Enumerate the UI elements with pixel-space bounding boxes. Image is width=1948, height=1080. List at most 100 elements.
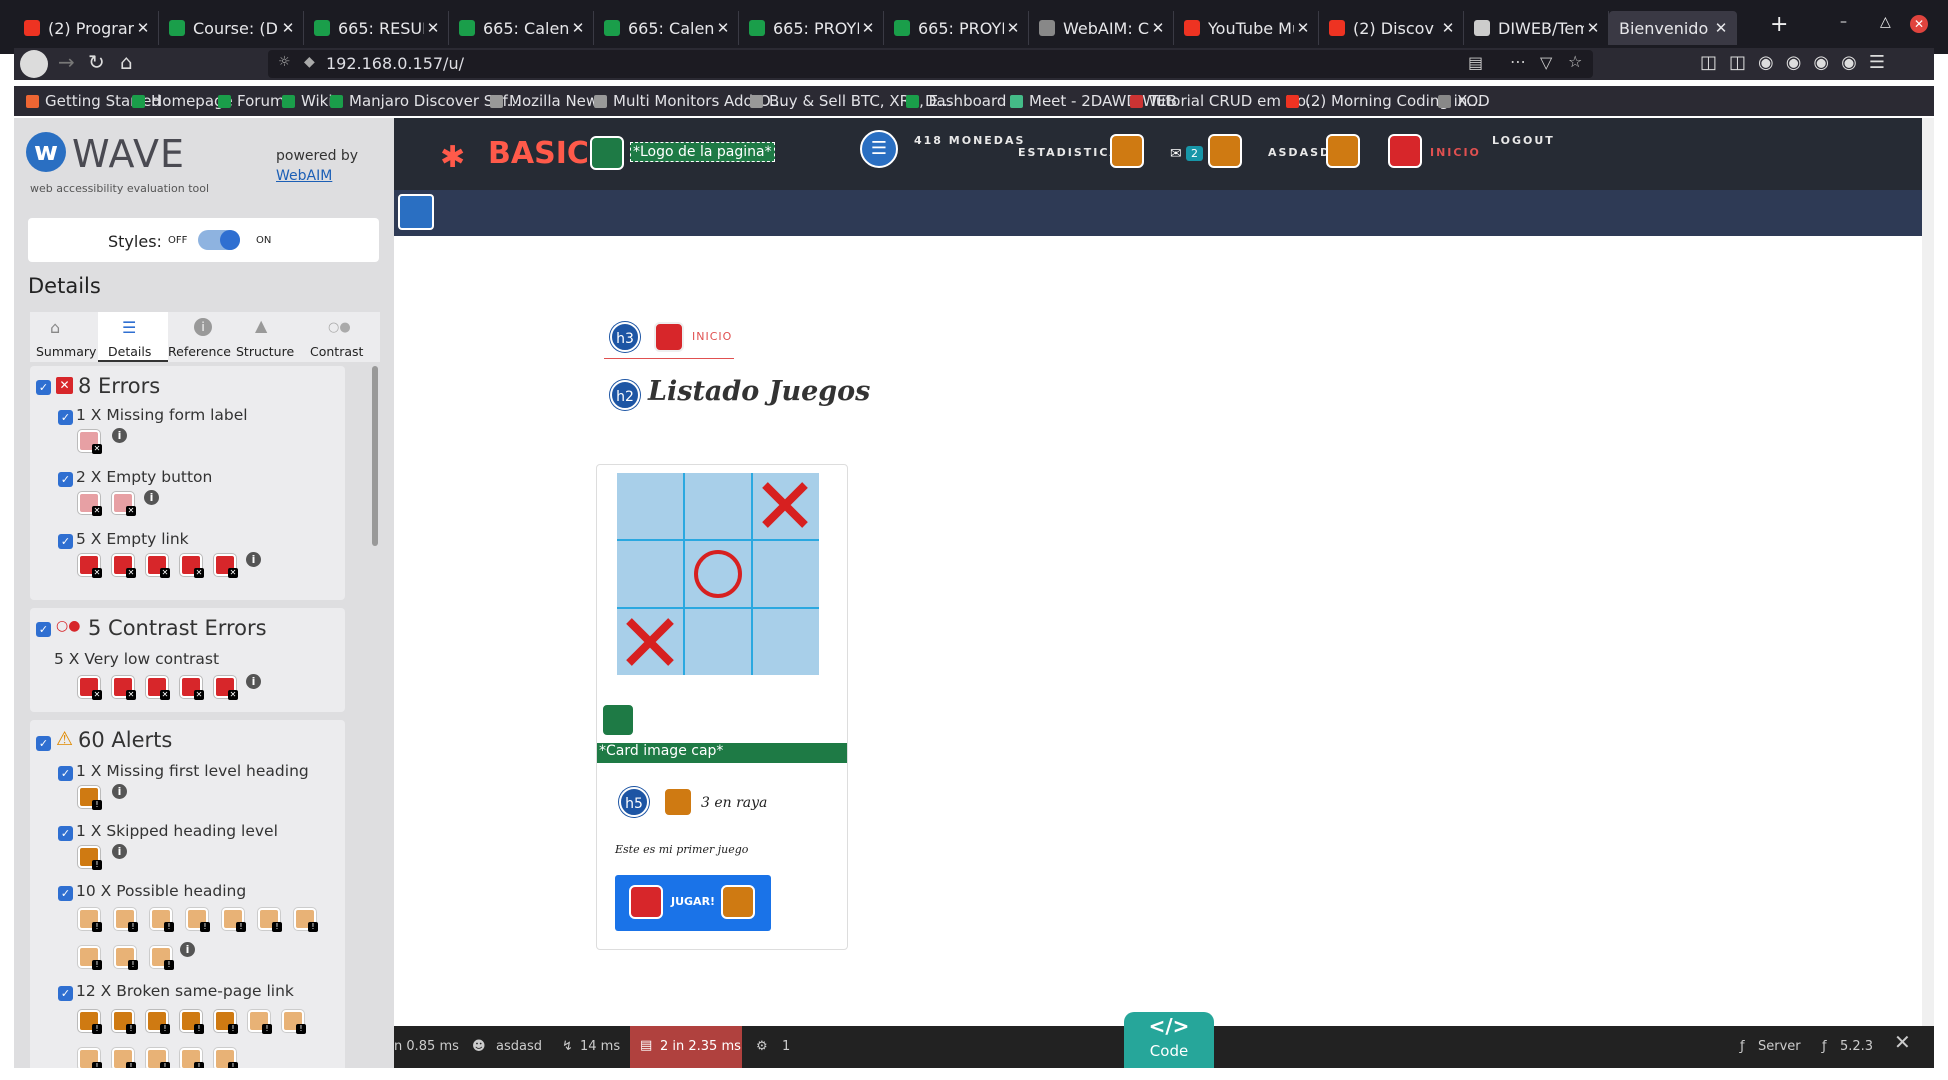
broken-link-icon[interactable]: ! [112, 1010, 136, 1034]
empty-button-icon[interactable]: ✕ [78, 492, 102, 516]
nav-monedas[interactable]: 418 MONEDAS [914, 134, 1025, 147]
tab-close-icon[interactable]: ✕ [1004, 19, 1022, 37]
possible-heading-icon[interactable]: ! [114, 908, 138, 932]
reload-button[interactable]: ↻ [88, 50, 105, 74]
contrast-error-icon[interactable]: ✕ [78, 676, 102, 700]
info-icon[interactable]: i [144, 490, 159, 505]
bookmark-item[interactable]: Dashboard [906, 92, 1006, 110]
play-button[interactable]: JUGAR! [615, 875, 771, 931]
possible-heading-icon[interactable]: ! [114, 946, 138, 970]
more-icon[interactable]: ⋯ [1510, 52, 1526, 71]
inicio-link[interactable]: INICIO [692, 330, 732, 343]
info-icon[interactable]: i [112, 844, 127, 859]
info-icon[interactable]: i [246, 674, 261, 689]
broken-link-icon[interactable]: ! [180, 1048, 204, 1068]
nav-asdasd[interactable]: ASDASD [1268, 146, 1331, 159]
tab-summary[interactable]: Summary [36, 344, 96, 359]
browser-tab[interactable]: YouTube Mu ✕ [1174, 11, 1319, 45]
bookmark-item[interactable]: XOD [1438, 92, 1490, 110]
page-scrollbar[interactable] [1922, 118, 1934, 1026]
tab-reference[interactable]: Reference [168, 344, 231, 359]
info-icon[interactable]: i [112, 784, 127, 799]
possible-heading-icon[interactable]: ! [186, 908, 210, 932]
contrast-checkbox[interactable]: ✓ [36, 622, 51, 637]
browser-tab[interactable]: WebAIM: Co✕ [1029, 11, 1174, 45]
tab-structure[interactable]: Structure [236, 344, 294, 359]
empty-link-icon[interactable]: ✕ [112, 554, 136, 578]
toolbar-extension-icons[interactable]: ◫◫◉◉◉◉☰ [1700, 52, 1897, 73]
skipped-heading-icon[interactable]: ! [78, 846, 102, 870]
browser-tab[interactable]: 665: PROYE ✕ [884, 11, 1029, 45]
tab-close-icon[interactable]: ✕ [134, 19, 152, 37]
contrast-error-icon[interactable]: ✕ [146, 676, 170, 700]
sidebar-scrollbar[interactable] [372, 366, 378, 546]
tab-close-icon[interactable]: ✕ [1294, 19, 1312, 37]
tab-details[interactable]: ☰ Details [98, 312, 168, 362]
possible-heading-icon[interactable]: ! [222, 908, 246, 932]
tab-close-icon[interactable]: ✕ [1439, 19, 1457, 37]
broken-link-icon[interactable]: ! [146, 1010, 170, 1034]
info-icon[interactable]: i [180, 942, 195, 957]
browser-tab[interactable]: DIWEB/Tem ✕ [1464, 11, 1609, 45]
empty-button-checkbox[interactable]: ✓ [58, 472, 73, 487]
empty-link-icon[interactable]: ✕ [180, 554, 204, 578]
tab-contrast[interactable]: Contrast [310, 344, 363, 359]
empty-link-icon[interactable]: ✕ [214, 554, 238, 578]
alerts-checkbox[interactable]: ✓ [36, 736, 51, 751]
browser-tab[interactable]: 665: Calend✕ [594, 11, 739, 45]
minimize-icon[interactable]: – [1840, 14, 1847, 30]
bookmark-item[interactable]: Forum [218, 92, 285, 110]
possible-heading-checkbox[interactable]: ✓ [58, 886, 73, 901]
browser-tab[interactable]: Bienvenido a B✕ [1609, 11, 1737, 45]
possible-heading-icon[interactable]: ! [150, 946, 174, 970]
browser-tab[interactable]: 665: RESUM✕ [304, 11, 449, 45]
pocket-icon[interactable]: ▽ [1540, 53, 1552, 72]
broken-link-checkbox[interactable]: ✓ [58, 986, 73, 1001]
home-button[interactable]: ⌂ [120, 50, 133, 74]
skipped-heading-checkbox[interactable]: ✓ [58, 826, 73, 841]
browser-tab[interactable]: (2) Program ✕ [14, 11, 159, 45]
broken-link-icon[interactable]: ! [112, 1048, 136, 1068]
nav-logout[interactable]: LOGOUT [1492, 134, 1555, 147]
back-button[interactable] [20, 50, 48, 78]
bookmark-star-icon[interactable]: ☆ [1568, 52, 1582, 71]
contrast-error-icon[interactable]: ✕ [112, 676, 136, 700]
reader-icon[interactable]: ▤ [1468, 53, 1483, 72]
browser-tab[interactable]: Course: (DI ✕ [159, 11, 304, 45]
brand-name[interactable]: BASIC [488, 136, 589, 171]
empty-button-icon[interactable]: ✕ [112, 492, 136, 516]
tab-close-icon[interactable]: ✕ [569, 19, 587, 37]
broken-link-icon[interactable]: ! [78, 1048, 102, 1068]
broken-link-icon[interactable]: ! [214, 1010, 238, 1034]
contrast-error-icon[interactable]: ✕ [214, 676, 238, 700]
possible-heading-icon[interactable]: ! [150, 908, 174, 932]
render-time[interactable]: 14 ms [580, 1039, 620, 1054]
url-bar[interactable]: ☼ ◆ 192.168.0.157/u/ ▤ ⋯ ▽ ☆ [268, 50, 1593, 78]
missing-label-checkbox[interactable]: ✓ [58, 410, 73, 425]
empty-link-icon[interactable]: ✕ [78, 554, 102, 578]
possible-heading-icon[interactable]: ! [78, 908, 102, 932]
bookmark-item[interactable]: Mozilla News [490, 92, 606, 110]
contrast-error-icon[interactable]: ✕ [180, 676, 204, 700]
nav-inicio[interactable]: INICIO [1430, 146, 1481, 159]
broken-link-icon[interactable]: ! [146, 1048, 170, 1068]
missing-h1-icon[interactable]: ! [78, 786, 102, 810]
broken-link-icon[interactable]: ! [78, 1010, 102, 1034]
empty-link-checkbox[interactable]: ✓ [58, 534, 73, 549]
possible-heading-icon[interactable]: ! [78, 946, 102, 970]
tab-close-icon[interactable]: ✕ [1584, 19, 1602, 37]
bookmark-item[interactable]: Wiki [282, 92, 333, 110]
tab-close-icon[interactable]: ✕ [714, 19, 732, 37]
missing-label-icon[interactable]: ✕ [78, 430, 102, 454]
symfony-version[interactable]: 5.2.3 [1840, 1039, 1873, 1054]
server-label[interactable]: Server [1758, 1039, 1801, 1054]
tab-close-icon[interactable]: ✕ [279, 19, 297, 37]
browser-tab[interactable]: 665: Calend✕ [449, 11, 594, 45]
missing-h1-checkbox[interactable]: ✓ [58, 766, 73, 781]
user-name[interactable]: asdasd [496, 1039, 542, 1054]
styles-toggle[interactable] [198, 230, 240, 250]
tab-close-icon[interactable]: ✕ [424, 19, 442, 37]
close-toolbar-icon[interactable]: ✕ [1894, 1030, 1911, 1054]
info-icon[interactable]: i [246, 552, 261, 567]
tab-close-icon[interactable]: ✕ [1712, 19, 1730, 37]
